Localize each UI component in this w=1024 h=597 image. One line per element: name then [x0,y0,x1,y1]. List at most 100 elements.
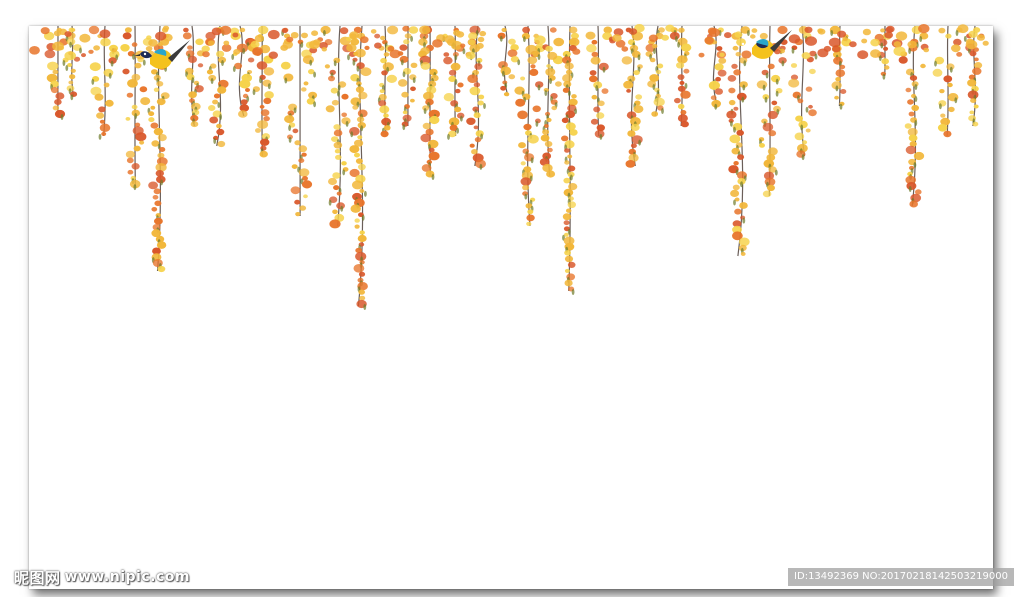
site-logo-text: 昵图网 [14,568,61,587]
canopy-blossom [477,36,485,43]
canopy-blossom [64,51,76,61]
canopy-blossom [823,45,832,52]
vine-branch [43,25,69,120]
canopy-blossom [223,40,230,46]
canopy-blossom [828,37,841,48]
canopy-blossom [572,48,581,55]
canopy-blossom [360,36,369,44]
canopy-blossom [886,25,895,33]
canopy-blossom [982,40,989,46]
vine-branch [561,25,580,295]
vine-branch [182,25,204,128]
vine-layer [29,24,989,310]
canopy-blossom [346,43,357,52]
vine-branch [726,25,750,257]
canopy-blossom [884,31,893,39]
canopy-blossom [29,46,40,55]
canopy-blossom [145,46,153,52]
canopy-blossom [207,40,215,46]
site-url-text: www.nipic.com [64,569,190,585]
canopy-blossom [665,24,675,32]
canopy-blossom [837,30,847,38]
canopy-blossom [52,41,64,51]
canopy-blossom [661,34,669,41]
canopy-blossom [968,30,978,38]
canopy-blossom [402,25,410,32]
vine-branch [586,25,613,140]
canopy-blossom [870,38,880,47]
canopy-blossom [252,48,262,56]
canopy-blossom [286,36,294,43]
canopy-blossom [788,34,801,44]
canopy-blossom [211,27,222,36]
canopy-blossom [724,32,732,39]
canopy-blossom [389,49,401,59]
canopy-blossom [465,51,476,60]
canopy-blossom [456,31,465,38]
canopy-blossom [355,48,366,58]
vine-branch [374,25,399,138]
canopy-blossom [895,31,908,41]
canopy-blossom [918,24,930,34]
vine-branch [932,25,963,138]
canopy-blossom [420,47,430,55]
canopy-blossom [93,45,100,51]
canopy-blossom [268,51,278,59]
canopy-blossom [155,31,167,41]
canopy-blossom [40,27,50,35]
canopy-blossom [219,25,232,35]
canopy-blossom [938,27,946,34]
vine-branch [397,25,419,131]
canopy-blossom [965,40,978,50]
canopy-blossom [842,36,848,42]
canopy-blossom [678,27,685,33]
canopy-blossom [281,27,288,34]
canopy-blossom [467,39,476,46]
canopy-blossom [162,25,170,31]
canopy-blossom [81,53,86,58]
canopy-blossom [734,31,743,38]
canopy-blossom [479,30,487,37]
canopy-blossom [460,43,466,48]
canopy-blossom [131,42,138,47]
canopy-blossom [321,47,327,52]
canopy-blossom [525,44,538,55]
canopy-blossom [880,28,886,33]
vine-branch [669,25,692,128]
vine-branch [497,25,521,97]
canopy-blossom [923,47,930,53]
canopy-blossom [652,43,658,49]
canopy-blossom [267,29,280,40]
canopy-blossom [111,48,118,53]
canopy-blossom [349,31,359,40]
canopy-blossom [311,30,319,36]
canopy-blossom [704,36,714,45]
canopy-blossom [751,28,758,33]
canopy-blossom [612,34,622,42]
canopy-blossom [570,39,577,45]
canopy-blossom [232,32,239,38]
canopy-blossom [53,30,62,37]
canopy-blossom [719,52,725,57]
canopy-blossom [861,38,868,44]
canopy-blossom [893,41,902,48]
canopy-blossom [801,52,811,60]
canopy-blossom [444,35,455,44]
canopy-blossom [585,31,596,40]
image-canvas: 昵图网 www.nipic.com ID:13492369 NO:2017021… [0,0,1024,597]
canopy-blossom [870,49,881,58]
canopy-blossom [545,45,553,52]
canopy-blossom [893,46,906,56]
canopy-blossom [148,39,158,47]
canopy-blossom [380,35,386,41]
canopy-blossom [648,34,659,42]
canopy-blossom [805,36,817,46]
vine-branch [788,25,818,161]
canopy-blossom [957,24,969,34]
watermark-id-badge: ID:13492369 NO:20170218142503219000 [788,568,1014,586]
canopy-blossom [849,41,857,48]
canopy-blossom [88,49,94,54]
canopy-blossom [817,28,824,33]
canopy-blossom [374,42,382,49]
canopy-blossom [804,26,813,33]
